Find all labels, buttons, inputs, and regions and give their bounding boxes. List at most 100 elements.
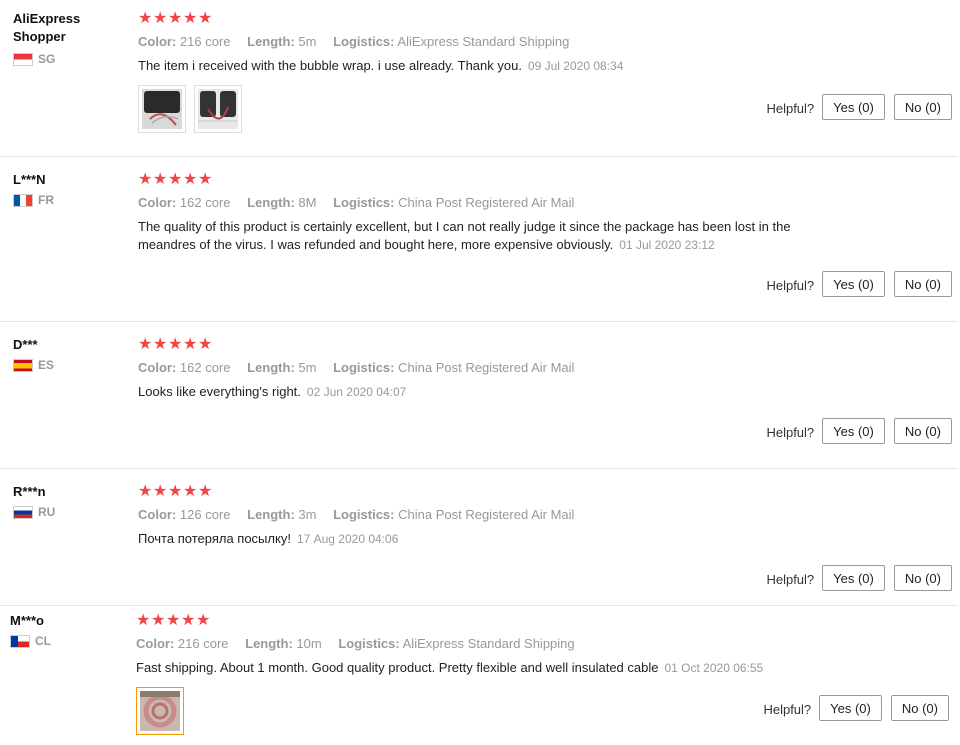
logistics-value: AliExpress Standard Shipping bbox=[397, 34, 570, 49]
star-icon: ★ bbox=[138, 10, 153, 27]
reviewer-info: R***n RU bbox=[13, 483, 128, 519]
length-value: 10m bbox=[296, 636, 322, 651]
helpful-vote: Helpful? Yes (0) No (0) bbox=[766, 565, 952, 591]
review-text-block: Почта потеряла посылку! 17 Aug 2020 04:06 bbox=[138, 530, 838, 548]
star-icon: ★ bbox=[153, 171, 168, 188]
reviewer-country: CL bbox=[10, 634, 125, 648]
color-label: Color: bbox=[138, 195, 177, 210]
country-code: ES bbox=[38, 358, 55, 372]
logistics-label: Logistics: bbox=[333, 195, 395, 210]
review-photo-thumbnail[interactable] bbox=[138, 85, 186, 133]
sku-info: Color: 126 core Length: 3m Logistics: Ch… bbox=[138, 507, 948, 522]
review-date: 17 Aug 2020 04:06 bbox=[296, 532, 399, 546]
star-icon: ★ bbox=[198, 483, 213, 500]
review-text: Looks like everything's right. bbox=[138, 384, 301, 399]
cl-flag-icon bbox=[10, 634, 30, 648]
country-code: SG bbox=[38, 52, 56, 66]
photo-cable-icon bbox=[142, 89, 182, 129]
logistics-label: Logistics: bbox=[338, 636, 400, 651]
color-value: 162 core bbox=[179, 360, 231, 375]
helpful-yes-button[interactable]: Yes (0) bbox=[822, 271, 885, 297]
logistics-label: Logistics: bbox=[333, 507, 395, 522]
helpful-yes-button[interactable]: Yes (0) bbox=[822, 565, 885, 591]
logistics-value: China Post Registered Air Mail bbox=[398, 360, 575, 375]
reviewer-name: R***n bbox=[13, 484, 46, 499]
review-text-block: Fast shipping. About 1 month. Good quali… bbox=[136, 659, 896, 677]
reviewer-name: L***N bbox=[13, 172, 46, 187]
color-label: Color: bbox=[138, 360, 177, 375]
review-item: L***N FR ★ ★ ★ ★ ★ Color: 162 core Lengt… bbox=[0, 157, 960, 322]
star-icon: ★ bbox=[168, 336, 183, 353]
reviewer-info: D*** ES bbox=[13, 336, 128, 372]
length-label: Length: bbox=[245, 636, 293, 651]
logistics-label: Logistics: bbox=[333, 34, 395, 49]
star-icon: ★ bbox=[168, 171, 183, 188]
star-icon: ★ bbox=[151, 612, 166, 629]
length-label: Length: bbox=[247, 507, 295, 522]
reviewer-info: M***o CL bbox=[10, 612, 125, 648]
star-rating: ★ ★ ★ ★ ★ bbox=[138, 336, 948, 354]
star-icon: ★ bbox=[196, 612, 211, 629]
sku-info: Color: 162 core Length: 5m Logistics: Ch… bbox=[138, 360, 948, 375]
review-photo-thumbnail[interactable] bbox=[194, 85, 242, 133]
review-photo-thumbnail[interactable] bbox=[136, 687, 184, 735]
star-icon: ★ bbox=[198, 10, 213, 27]
sku-info: Color: 216 core Length: 5m Logistics: Al… bbox=[138, 34, 948, 49]
reviewer-country: SG bbox=[13, 52, 128, 66]
star-icon: ★ bbox=[183, 10, 198, 27]
color-value: 216 core bbox=[177, 636, 229, 651]
review-date: 09 Jul 2020 08:34 bbox=[527, 59, 624, 73]
helpful-no-button[interactable]: No (0) bbox=[893, 271, 952, 297]
helpful-yes-button[interactable]: Yes (0) bbox=[819, 695, 882, 721]
star-icon: ★ bbox=[183, 171, 198, 188]
star-icon: ★ bbox=[153, 10, 168, 27]
reviewer-info: L***N FR bbox=[13, 171, 128, 207]
review-item: D*** ES ★ ★ ★ ★ ★ Color: 162 core Length… bbox=[0, 322, 960, 469]
color-value: 126 core bbox=[179, 507, 231, 522]
helpful-vote: Helpful? Yes (0) No (0) bbox=[763, 695, 949, 721]
color-value: 162 core bbox=[179, 195, 231, 210]
length-value: 8M bbox=[298, 195, 317, 210]
helpful-yes-button[interactable]: Yes (0) bbox=[822, 418, 885, 444]
helpful-label: Helpful? bbox=[763, 702, 812, 717]
star-icon: ★ bbox=[198, 336, 213, 353]
length-value: 5m bbox=[298, 34, 317, 49]
star-icon: ★ bbox=[183, 483, 198, 500]
helpful-vote: Helpful? Yes (0) No (0) bbox=[766, 94, 952, 120]
review-date: 01 Jul 2020 23:12 bbox=[619, 238, 715, 252]
length-value: 5m bbox=[298, 360, 317, 375]
length-label: Length: bbox=[247, 195, 295, 210]
helpful-label: Helpful? bbox=[766, 101, 815, 116]
helpful-no-button[interactable]: No (0) bbox=[893, 418, 952, 444]
ru-flag-icon bbox=[13, 505, 33, 519]
star-rating: ★ ★ ★ ★ ★ bbox=[136, 612, 946, 630]
review-item: R***n RU ★ ★ ★ ★ ★ Color: 126 core Lengt… bbox=[0, 469, 960, 606]
review-item: AliExpress Shopper SG ★ ★ ★ ★ ★ Color: 2… bbox=[0, 0, 960, 157]
country-code: CL bbox=[35, 634, 51, 648]
photo-cable-icon bbox=[198, 89, 238, 129]
star-icon: ★ bbox=[138, 483, 153, 500]
helpful-no-button[interactable]: No (0) bbox=[893, 94, 952, 120]
review-text: Почта потеряла посылку! bbox=[138, 531, 291, 546]
es-flag-icon bbox=[13, 358, 33, 372]
reviewer-name: D*** bbox=[13, 337, 38, 352]
star-icon: ★ bbox=[138, 336, 153, 353]
reviewer-country: FR bbox=[13, 193, 128, 207]
logistics-value: AliExpress Standard Shipping bbox=[402, 636, 575, 651]
color-label: Color: bbox=[138, 507, 177, 522]
review-body: ★ ★ ★ ★ ★ Color: 126 core Length: 3m Log… bbox=[138, 483, 948, 548]
helpful-no-button[interactable]: No (0) bbox=[893, 565, 952, 591]
review-date: 01 Oct 2020 06:55 bbox=[664, 661, 764, 675]
logistics-label: Logistics: bbox=[333, 360, 395, 375]
logistics-value: China Post Registered Air Mail bbox=[398, 507, 575, 522]
review-text-block: The quality of this product is certainly… bbox=[138, 218, 838, 254]
helpful-no-button[interactable]: No (0) bbox=[890, 695, 949, 721]
star-icon: ★ bbox=[168, 483, 183, 500]
helpful-vote: Helpful? Yes (0) No (0) bbox=[766, 271, 952, 297]
length-label: Length: bbox=[247, 360, 295, 375]
logistics-value: China Post Registered Air Mail bbox=[398, 195, 575, 210]
length-value: 3m bbox=[298, 507, 317, 522]
star-icon: ★ bbox=[136, 612, 151, 629]
helpful-yes-button[interactable]: Yes (0) bbox=[822, 94, 885, 120]
helpful-label: Helpful? bbox=[766, 572, 815, 587]
